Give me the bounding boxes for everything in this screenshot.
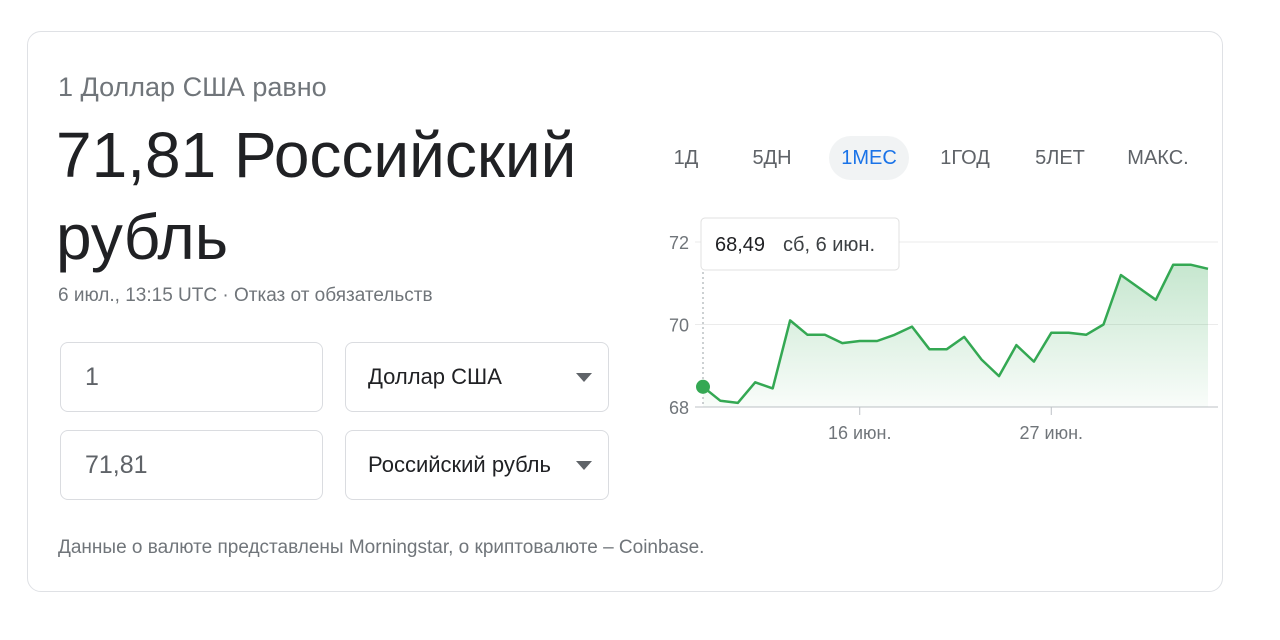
separator-dot: ·	[222, 285, 229, 306]
timestamp: 6 июл., 13:15 UTC	[58, 285, 218, 306]
currency-converter-card: 1 Доллар США равно 71,81 Российский рубл…	[27, 31, 1223, 592]
hover-point	[696, 379, 710, 394]
tab-5y[interactable]: 5ЛЕТ	[1022, 136, 1098, 180]
dropdown-arrow-icon	[576, 372, 592, 382]
tooltip-date: сб, 6 июн.	[783, 234, 875, 256]
tooltip-value: 68,49	[715, 234, 765, 256]
y-tick-label: 72	[669, 233, 689, 253]
exchange-rate-chart[interactable]: 68 70 72 16 июн. 27 июн. 68,49 сб, 6 июн.	[618, 217, 1218, 457]
tab-5d[interactable]: 5ДН	[734, 136, 810, 180]
y-tick-label: 70	[669, 316, 689, 336]
amount-from-input[interactable]: 1	[60, 342, 323, 412]
dropdown-arrow-icon	[576, 460, 592, 470]
currency-from-select[interactable]: Доллар США	[345, 342, 609, 412]
data-source-note: Данные о валюте представлены Morningstar…	[58, 537, 705, 558]
equals-line: 1 Доллар США равно	[58, 72, 327, 102]
tab-1y[interactable]: 1ГОД	[928, 136, 1002, 180]
currency-from-label: Доллар США	[368, 364, 502, 389]
chart-area	[702, 263, 1209, 407]
currency-to-select[interactable]: Российский рубль	[345, 430, 609, 500]
y-tick-label: 68	[669, 398, 689, 418]
series-area	[703, 264, 1208, 407]
currency-to-label: Российский рубль	[368, 452, 551, 477]
conversion-result: 71,81 Российский рубль	[56, 119, 577, 273]
timestamp-line: 6 июл., 13:15 UTC · Отказ от обязательст…	[58, 285, 433, 307]
tab-1d[interactable]: 1Д	[648, 136, 724, 180]
x-tick-label: 27 июн.	[1020, 423, 1084, 443]
tab-1m[interactable]: 1МЕС	[829, 136, 909, 180]
x-tick-label: 16 июн.	[828, 423, 892, 443]
disclaimer-link[interactable]: Отказ от обязательств	[234, 285, 433, 306]
tab-max[interactable]: МАКС.	[1116, 136, 1200, 180]
amount-to-input[interactable]: 71,81	[60, 430, 323, 500]
